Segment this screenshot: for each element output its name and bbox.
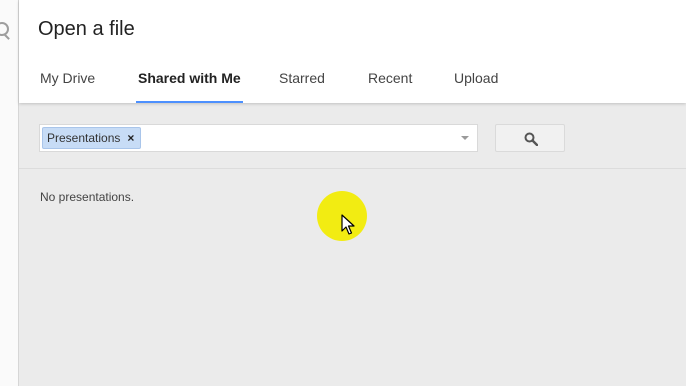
mouse-pointer-icon bbox=[341, 214, 355, 235]
tab-my-drive[interactable]: My Drive bbox=[40, 58, 95, 103]
chevron-down-icon[interactable] bbox=[461, 136, 469, 140]
close-icon[interactable]: × bbox=[127, 131, 134, 145]
tab-recent[interactable]: Recent bbox=[368, 58, 412, 103]
tab-upload[interactable]: Upload bbox=[454, 58, 498, 103]
background-window-edge bbox=[0, 0, 19, 386]
search-input[interactable]: Presentations × bbox=[39, 124, 478, 152]
dialog-header: Open a file My Drive Shared with Me Star… bbox=[19, 0, 686, 103]
tab-shared-with-me[interactable]: Shared with Me bbox=[136, 58, 243, 103]
search-icon bbox=[524, 132, 538, 146]
search-icon bbox=[0, 22, 9, 36]
tab-starred[interactable]: Starred bbox=[279, 58, 325, 103]
filter-chip: Presentations × bbox=[42, 127, 142, 149]
search-button[interactable] bbox=[495, 124, 565, 152]
empty-results-message: No presentations. bbox=[40, 190, 135, 204]
search-toolbar: Presentations × bbox=[19, 104, 686, 169]
dialog-title: Open a file bbox=[38, 18, 135, 40]
filter-chip-label: Presentations bbox=[47, 131, 121, 145]
